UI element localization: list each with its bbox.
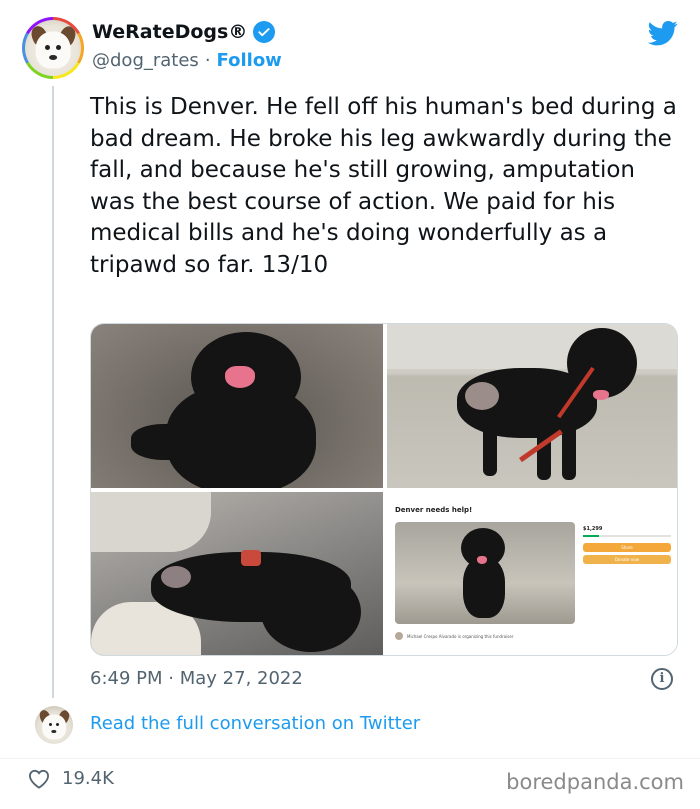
footer-divider: [0, 758, 700, 759]
fundraiser-donate-button: Donate now: [583, 555, 671, 564]
author-avatar[interactable]: [22, 17, 84, 79]
author-name-row[interactable]: WeRateDogs®: [92, 21, 276, 43]
organizer-avatar: [395, 632, 403, 640]
author-handle-row: @dog_rates · Follow: [92, 50, 282, 71]
like-button[interactable]: 19.4K: [28, 768, 114, 789]
verified-badge-icon: [253, 21, 276, 43]
photo-gofundme-page[interactable]: Denver needs help! $1,299 Share Donate n…: [387, 492, 677, 655]
tweet-date: May 27, 2022: [179, 668, 303, 689]
author-name[interactable]: WeRateDogs®: [92, 21, 247, 43]
fundraiser-title: Denver needs help!: [395, 506, 473, 514]
thread-line: [52, 86, 54, 698]
boredpanda-watermark: boredpanda.com: [506, 770, 684, 794]
fundraiser-image: [395, 522, 575, 624]
small-author-avatar[interactable]: [35, 706, 73, 744]
fundraiser-sidebar: $1,299 Share Donate now: [583, 526, 671, 564]
follow-button[interactable]: Follow: [217, 50, 282, 71]
photo-puppy-on-rug[interactable]: [91, 324, 383, 488]
organizer-text: Michael Crespo Alvarado is organizing th…: [407, 633, 514, 639]
photo-tripod-dog-standing[interactable]: [387, 324, 677, 488]
dog-avatar-icon: [25, 20, 81, 76]
fundraiser-progress: [583, 535, 671, 537]
heart-icon: [28, 769, 50, 789]
photo-dog-resting-on-couch[interactable]: [91, 492, 383, 655]
fundraiser-amount: $1,299: [583, 526, 603, 532]
tweet-timestamp[interactable]: 6:49 PM · May 27, 2022: [90, 668, 303, 689]
handle-separator: ·: [204, 50, 211, 71]
timestamp-separator: ·: [168, 668, 174, 689]
author-handle[interactable]: @dog_rates: [92, 50, 199, 71]
tweet-text: This is Denver. He fell off his human's …: [90, 94, 677, 278]
fundraiser-share-button: Share: [583, 543, 671, 552]
tweet-time: 6:49 PM: [90, 668, 163, 689]
twitter-bird-icon[interactable]: [646, 18, 680, 48]
info-icon[interactable]: i: [651, 668, 673, 690]
read-conversation-link[interactable]: Read the full conversation on Twitter: [90, 713, 420, 734]
like-count: 19.4K: [62, 768, 114, 789]
fundraiser-organizer: Michael Crespo Alvarado is organizing th…: [395, 632, 513, 640]
media-grid[interactable]: Denver needs help! $1,299 Share Donate n…: [90, 323, 678, 656]
